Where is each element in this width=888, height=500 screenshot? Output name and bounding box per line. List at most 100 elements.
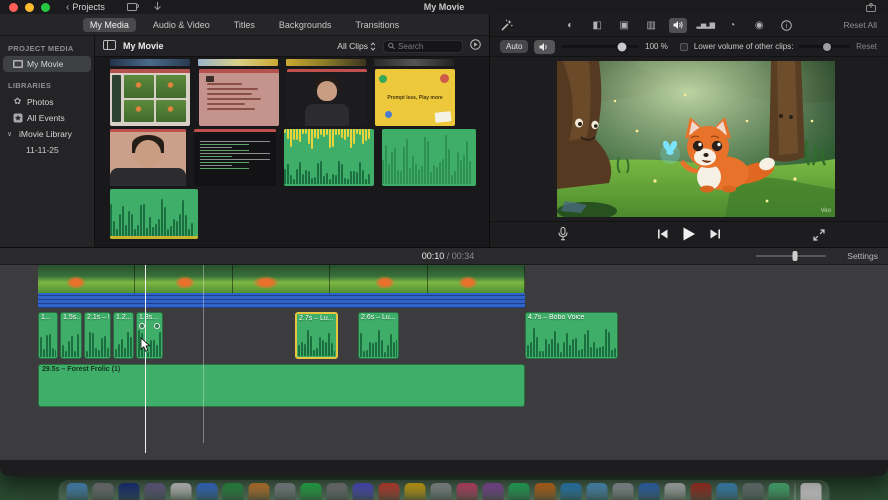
- sidebar-toggle-icon[interactable]: [103, 37, 116, 55]
- minimize-button[interactable]: [25, 2, 34, 12]
- projects-back-button[interactable]: ‹ Projects: [66, 2, 105, 13]
- close-button[interactable]: [9, 2, 18, 12]
- audio-clip[interactable]: 2.1s – L...: [84, 312, 111, 359]
- reset-all-button[interactable]: Reset All: [843, 20, 877, 30]
- magic-wand-icon[interactable]: [500, 19, 513, 32]
- audio-clip[interactable]: 1...: [38, 312, 58, 359]
- dock-app-icon[interactable]: [534, 483, 556, 500]
- dock-app-icon[interactable]: [248, 483, 270, 500]
- volume-slider-knob[interactable]: [617, 42, 627, 51]
- dock-app-icon[interactable]: [638, 483, 660, 500]
- dock-app-icon[interactable]: [612, 483, 634, 500]
- timeline-zoom-knob[interactable]: [792, 251, 797, 261]
- tab-my-media[interactable]: My Media: [82, 17, 136, 32]
- sidebar-item-event-date[interactable]: 11-11-25: [0, 142, 94, 158]
- thumb-terminal-screenshot[interactable]: [194, 129, 276, 186]
- dock-app-icon[interactable]: [118, 483, 140, 500]
- info-icon[interactable]: i: [777, 18, 795, 33]
- thumb-webcam-recording[interactable]: [287, 69, 367, 126]
- voiceover-mic-icon[interactable]: [558, 227, 568, 246]
- dock-app-icon[interactable]: [300, 483, 322, 500]
- dock-app-icon[interactable]: [222, 483, 244, 500]
- sidebar-item-photos[interactable]: ✿ Photos: [0, 93, 94, 110]
- tab-transitions[interactable]: Transitions: [348, 18, 406, 32]
- clip-filter-icon[interactable]: ◉: [750, 18, 768, 33]
- share-icon[interactable]: [866, 2, 876, 12]
- settings-button[interactable]: Settings: [847, 251, 878, 261]
- skip-forward-icon[interactable]: [709, 229, 720, 239]
- dock-app-icon[interactable]: [482, 483, 504, 500]
- lower-volume-checkbox[interactable]: [679, 42, 688, 51]
- sidebar-item-my-movie[interactable]: My Movie: [3, 56, 91, 72]
- dock-app-icon[interactable]: [170, 483, 192, 500]
- fullscreen-icon[interactable]: [813, 228, 825, 246]
- search-input[interactable]: [398, 41, 458, 51]
- mute-button[interactable]: [534, 39, 556, 54]
- dock-app-icon[interactable]: [768, 483, 790, 500]
- trash-icon[interactable]: [800, 483, 822, 500]
- dock-app-icon[interactable]: [430, 483, 452, 500]
- dock-app-icon[interactable]: [378, 483, 400, 500]
- volume-slider[interactable]: [561, 42, 640, 51]
- tab-titles[interactable]: Titles: [227, 18, 262, 32]
- dock-app-icon[interactable]: [690, 483, 712, 500]
- download-arrow-icon[interactable]: [153, 2, 162, 12]
- timeline-zoom-slider[interactable]: [756, 251, 826, 261]
- dock-app-icon[interactable]: [456, 483, 478, 500]
- playback-loop-icon[interactable]: [470, 37, 481, 55]
- zoom-button[interactable]: [41, 2, 50, 12]
- audio-clip-selected[interactable]: 2.7s – Lu...: [295, 312, 338, 359]
- disclosure-chevron-icon[interactable]: ∨: [4, 130, 15, 138]
- sidebar-item-all-events[interactable]: All Events: [0, 110, 94, 126]
- dock-app-icon[interactable]: [508, 483, 530, 500]
- background-music-clip[interactable]: 29.5s – Forest Frolic (1): [38, 364, 525, 407]
- dock-app-icon[interactable]: [92, 483, 114, 500]
- dock-app-icon[interactable]: [326, 483, 348, 500]
- dock-app-icon[interactable]: [196, 483, 218, 500]
- skip-back-icon[interactable]: [657, 229, 668, 239]
- search-field[interactable]: [383, 39, 463, 53]
- dock-app-icon[interactable]: [144, 483, 166, 500]
- lower-volume-knob[interactable]: [823, 42, 832, 51]
- dock-app-icon[interactable]: [560, 483, 582, 500]
- color-correction-icon[interactable]: ◧: [588, 18, 606, 33]
- thumb-document-screenshot[interactable]: [199, 69, 279, 126]
- thumb-yellow-slide[interactable]: Prompt less, Play more: [375, 69, 455, 126]
- auto-volume-button[interactable]: Auto: [500, 40, 529, 53]
- all-clips-filter[interactable]: All Clips: [337, 41, 376, 51]
- color-balance-icon[interactable]: ◐: [561, 18, 579, 33]
- play-icon[interactable]: [682, 227, 695, 241]
- dock-app-icon[interactable]: [404, 483, 426, 500]
- speed-icon[interactable]: ◔: [723, 18, 741, 33]
- sidebar-item-imovie-library[interactable]: ∨ iMovie Library: [0, 126, 94, 142]
- lower-volume-slider[interactable]: [799, 42, 851, 51]
- video-clip-audio-strip[interactable]: [38, 293, 525, 308]
- fade-handle[interactable]: [154, 323, 160, 329]
- dock-app-icon[interactable]: [586, 483, 608, 500]
- audio-clip[interactable]: 1.2...: [113, 312, 134, 359]
- thumb-fox-grid-screenshot[interactable]: [110, 69, 190, 126]
- video-clip-filmstrip[interactable]: [38, 265, 525, 293]
- crop-icon[interactable]: ▣: [615, 18, 633, 33]
- dock-app-icon[interactable]: [352, 483, 374, 500]
- dock-app-icon[interactable]: [742, 483, 764, 500]
- noise-reduction-icon[interactable]: ▂▅▂▆: [696, 18, 715, 33]
- playhead[interactable]: [145, 265, 146, 453]
- dock-app-icon[interactable]: [664, 483, 686, 500]
- tab-audio-video[interactable]: Audio & Video: [146, 18, 217, 32]
- thumb-audio-clip-tall[interactable]: [382, 129, 476, 186]
- audio-clip[interactable]: 2.6s – Lu...: [358, 312, 399, 359]
- dock-app-icon[interactable]: [716, 483, 738, 500]
- audio-clip[interactable]: 4.7s – Bobo Voice: [525, 312, 618, 359]
- thumb-audio-clip-yellow[interactable]: [284, 129, 374, 186]
- audio-clip[interactable]: 1.5s...: [60, 312, 82, 359]
- import-media-icon[interactable]: [126, 2, 139, 12]
- dock-app-icon[interactable]: [274, 483, 296, 500]
- tab-backgrounds[interactable]: Backgrounds: [272, 18, 339, 32]
- reset-button[interactable]: Reset: [856, 42, 877, 51]
- stabilization-icon[interactable]: ▥: [642, 18, 660, 33]
- thumb-webcam-closeup[interactable]: [110, 129, 186, 186]
- dock-app-icon[interactable]: [66, 483, 88, 500]
- thumb-audio-clip-small[interactable]: [110, 189, 198, 239]
- volume-icon[interactable]: [669, 17, 688, 33]
